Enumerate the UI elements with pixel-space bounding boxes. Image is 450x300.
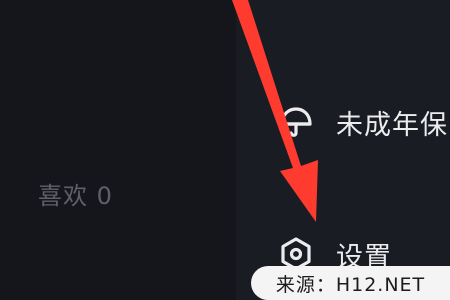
source-watermark: 来源：H12.NET bbox=[251, 266, 450, 300]
likes-count-tab[interactable]: 喜欢 0 bbox=[38, 176, 113, 211]
menu-item-label: 未成年保 bbox=[336, 109, 448, 141]
side-drawer-menu: 未成年保 设置 bbox=[236, 0, 450, 300]
umbrella-icon bbox=[276, 102, 316, 142]
menu-item-youth-protection[interactable]: 未成年保 bbox=[236, 94, 450, 150]
profile-pane: 喜欢 0 bbox=[0, 0, 236, 300]
app-screen: 喜欢 0 未成年保 设置 来源：H12.NET bbox=[0, 0, 450, 300]
